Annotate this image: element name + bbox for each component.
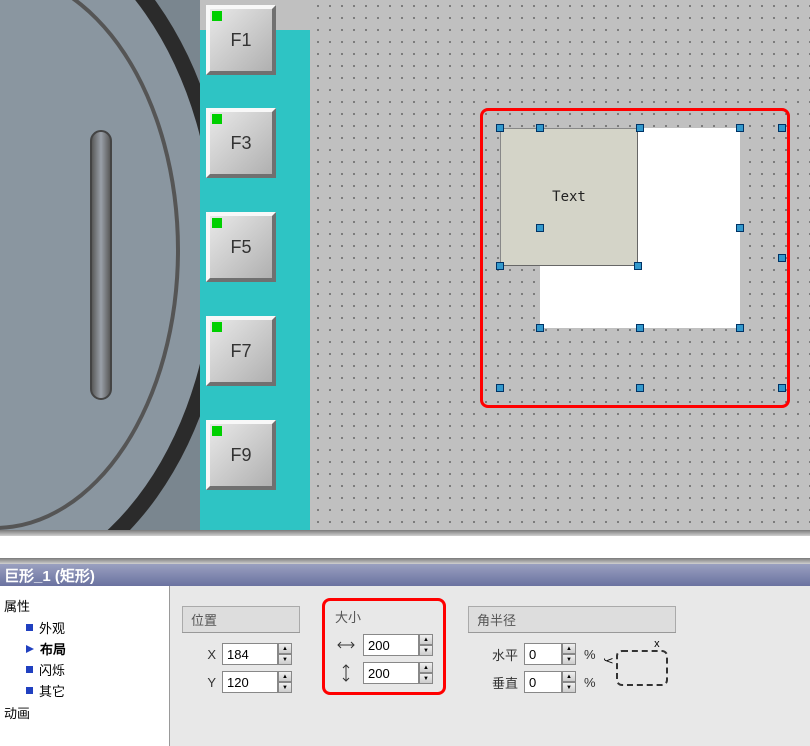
property-panel-title: 巨形_1 (矩形) (0, 564, 810, 586)
spin-down-icon[interactable]: ▼ (419, 645, 433, 656)
y-label: Y (190, 675, 216, 690)
position-x-input[interactable] (222, 643, 278, 665)
property-title-text: 巨形_1 (矩形) (4, 565, 95, 586)
layout-form: 位置 X ▲▼ Y ▲▼ 大 (170, 586, 810, 746)
resize-handle[interactable] (778, 384, 786, 392)
spin-down-icon[interactable]: ▼ (278, 654, 292, 665)
group-label-radius: 角半径 (468, 606, 676, 632)
arrow-icon (26, 645, 34, 653)
bullet-icon (26, 666, 33, 673)
resize-handle[interactable] (778, 124, 786, 132)
spin-up-icon[interactable]: ▲ (419, 662, 433, 673)
radius-horizontal-input[interactable] (524, 643, 562, 665)
resize-handle[interactable] (536, 324, 544, 332)
device-bezel (0, 0, 200, 530)
resize-handle[interactable] (636, 124, 644, 132)
fkey-label: F1 (230, 30, 251, 51)
group-label-position: 位置 (182, 606, 300, 632)
height-icon (335, 664, 357, 682)
tree-item-label: 外观 (39, 618, 65, 637)
tree-item-appearance[interactable]: 外观 (4, 617, 165, 638)
width-icon (335, 639, 357, 651)
fkey-label: F9 (230, 445, 251, 466)
function-key-f5[interactable]: F5 (206, 212, 276, 282)
tree-root-properties[interactable]: 属性 (4, 594, 165, 617)
radius-vertical-input[interactable] (524, 671, 562, 693)
fkey-label: F7 (230, 341, 251, 362)
size-height-row: ▲▼ (335, 662, 433, 684)
size-width-input[interactable] (363, 634, 419, 656)
size-width-row: ▲▼ (335, 634, 433, 656)
selection-highlight (480, 108, 790, 408)
radius-horizontal-row: 水平 ▲▼ % (476, 643, 596, 665)
resize-handle[interactable] (736, 324, 744, 332)
group-label-size: 大小 (333, 605, 435, 628)
tree-item-layout[interactable]: 布局 (4, 638, 165, 659)
bullet-icon (26, 624, 33, 631)
tree-item-label: 其它 (39, 681, 65, 700)
tree-item-flash[interactable]: 闪烁 (4, 659, 165, 680)
radius-v-label: 垂直 (476, 673, 518, 692)
spin-up-icon[interactable]: ▲ (278, 671, 292, 682)
spin-up-icon[interactable]: ▲ (562, 643, 576, 654)
corner-radius-group: 角半径 水平 ▲▼ % 垂直 ▲▼ (468, 606, 676, 697)
resize-handle[interactable] (536, 124, 544, 132)
resize-handle[interactable] (496, 262, 504, 270)
spin-down-icon[interactable]: ▼ (419, 673, 433, 684)
fkey-label: F5 (230, 237, 251, 258)
position-x-row: X ▲▼ (190, 643, 292, 665)
resize-handle[interactable] (636, 324, 644, 332)
resize-handle[interactable] (636, 384, 644, 392)
resize-handle[interactable] (778, 254, 786, 262)
tree-item-label: 布局 (40, 639, 66, 658)
radius-preview-icon: x y (616, 650, 668, 686)
axis-y-label: y (604, 658, 616, 664)
tree-root-animation[interactable]: 动画 (4, 701, 165, 724)
percent-unit: % (584, 647, 596, 662)
resize-handle[interactable] (736, 124, 744, 132)
x-label: X (190, 647, 216, 662)
resize-handle[interactable] (736, 224, 744, 232)
radius-vertical-row: 垂直 ▲▼ % (476, 671, 596, 693)
spin-down-icon[interactable]: ▼ (562, 654, 576, 665)
spin-up-icon[interactable]: ▲ (562, 671, 576, 682)
size-group: 大小 ▲▼ ▲▼ (322, 598, 446, 695)
radius-h-label: 水平 (476, 645, 518, 664)
resize-handle[interactable] (496, 384, 504, 392)
bullet-icon (26, 687, 33, 694)
percent-unit: % (584, 675, 596, 690)
position-group: 位置 X ▲▼ Y ▲▼ (182, 606, 300, 697)
function-key-f7[interactable]: F7 (206, 316, 276, 386)
resize-handle[interactable] (536, 224, 544, 232)
spin-down-icon[interactable]: ▼ (278, 682, 292, 693)
size-height-input[interactable] (363, 662, 419, 684)
position-y-input[interactable] (222, 671, 278, 693)
resize-handle[interactable] (634, 262, 642, 270)
speaker-grille (90, 130, 112, 400)
tree-item-other[interactable]: 其它 (4, 680, 165, 701)
separator-gap (0, 536, 810, 558)
function-key-f1[interactable]: F1 (206, 5, 276, 75)
design-canvas[interactable]: F1 F3 F5 F7 F9 Text (0, 0, 810, 530)
axis-x-label: x (654, 638, 660, 650)
position-y-row: Y ▲▼ (190, 671, 292, 693)
tree-item-label: 闪烁 (39, 660, 65, 679)
resize-handle[interactable] (496, 124, 504, 132)
property-tree[interactable]: 属性 外观 布局 闪烁 其它 动画 (0, 586, 170, 746)
spin-up-icon[interactable]: ▲ (278, 643, 292, 654)
function-key-f9[interactable]: F9 (206, 420, 276, 490)
spin-up-icon[interactable]: ▲ (419, 634, 433, 645)
fkey-label: F3 (230, 133, 251, 154)
spin-down-icon[interactable]: ▼ (562, 682, 576, 693)
property-panel-body: 属性 外观 布局 闪烁 其它 动画 位置 X ▲▼ Y (0, 586, 810, 746)
function-key-f3[interactable]: F3 (206, 108, 276, 178)
